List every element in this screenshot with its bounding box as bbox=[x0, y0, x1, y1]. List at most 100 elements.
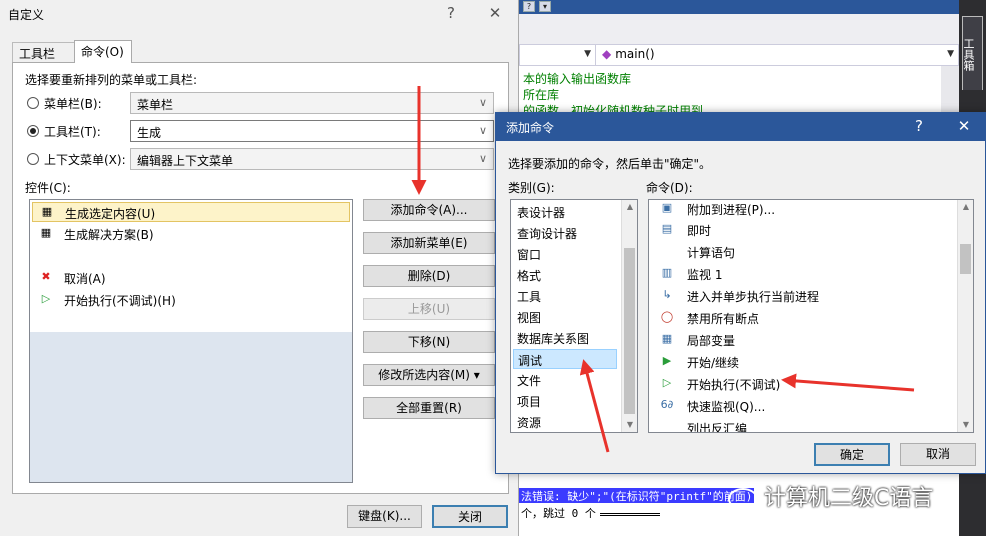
list-item[interactable]: 文件 bbox=[513, 370, 631, 390]
chevron-down-icon: ∨ bbox=[478, 152, 487, 165]
list-item[interactable]: ▥ 监视 1 bbox=[653, 263, 953, 285]
tab-toolbars[interactable]: 工具栏(S) bbox=[12, 42, 76, 76]
radio-context-menu[interactable] bbox=[27, 153, 39, 165]
list-item[interactable]: ↳ 进入并单步执行当前进程 bbox=[653, 285, 953, 307]
watch-icon: ▥ bbox=[661, 266, 673, 279]
command-list[interactable]: ▣ 附加到进程(P)... ▤ 即时 计算语句 ▥ 监视 1 ↳ 进入并单步执行当前进程… bbox=[648, 199, 974, 433]
attach-process-icon: ▣ bbox=[661, 201, 673, 214]
list-item[interactable]: 资源 bbox=[513, 412, 631, 432]
quick-watch-icon: 6∂ bbox=[660, 398, 674, 411]
wechat-logo-icon bbox=[728, 488, 758, 510]
list-item[interactable]: 格式 bbox=[513, 265, 631, 285]
toolbox-tab[interactable]: 工具箱 bbox=[962, 16, 983, 90]
list-item[interactable]: 计算语句 bbox=[653, 241, 953, 263]
list-item[interactable]: ▦ 生成解决方案(B) bbox=[32, 224, 350, 244]
controls-list[interactable]: ▦ 生成选定内容(U) ▦ 生成解决方案(B) ✖ 取消(A) ▷ 开始执行(不调试)(… bbox=[29, 199, 353, 483]
list-item-selected[interactable]: 调试 bbox=[513, 349, 617, 369]
close-button[interactable]: 关闭 bbox=[432, 505, 508, 528]
commands-panel: 选择要重新排列的菜单或工具栏: 菜单栏(B): 菜单栏 ∨ 工具栏(T): 生成 ∨… bbox=[12, 62, 509, 494]
add-command-titlebar: 添加命令 ? ✕ bbox=[496, 113, 985, 141]
reset-all-button[interactable]: 全部重置(R) bbox=[363, 397, 495, 419]
list-item[interactable]: ▷ 开始执行(不调试)(H) bbox=[32, 290, 350, 310]
help-icon[interactable]: ? bbox=[908, 116, 930, 136]
list-item[interactable]: ◯ 禁用所有断点 bbox=[653, 307, 953, 329]
cancel-button[interactable]: 取消 bbox=[900, 443, 976, 466]
ide-top-strip: ? ▾ bbox=[519, 0, 986, 14]
radio-menubar[interactable] bbox=[27, 97, 39, 109]
list-item[interactable]: 列出反汇编 bbox=[653, 417, 953, 432]
step-into-icon: ↳ bbox=[662, 288, 672, 301]
scroll-thumb[interactable] bbox=[624, 248, 635, 414]
keyboard-button[interactable]: 键盘(K)... bbox=[347, 505, 422, 528]
list-item[interactable]: 视图 bbox=[513, 307, 631, 327]
ok-button[interactable]: 确定 bbox=[814, 443, 890, 466]
chevron-down-icon: ▼ bbox=[584, 49, 591, 59]
build-solution-icon: ▦ bbox=[40, 226, 52, 239]
list-item[interactable]: 数据库关系图 bbox=[513, 328, 631, 348]
category-list[interactable]: 表设计器 查询设计器 窗口 格式 工具 视图 数据库关系图 调试 文件 项目 资… bbox=[510, 199, 638, 433]
list-item[interactable]: 表设计器 bbox=[513, 202, 631, 222]
move-up-button[interactable]: 上移(U) bbox=[363, 298, 495, 320]
menubar-combo[interactable]: 菜单栏 ∨ bbox=[130, 92, 494, 114]
locals-icon: ▦ bbox=[661, 332, 673, 345]
radio-context-menu-label[interactable]: 上下文菜单(X): bbox=[44, 151, 126, 168]
category-scrollbar[interactable]: ▲ ▼ bbox=[621, 200, 637, 432]
scroll-down-icon[interactable]: ▼ bbox=[958, 418, 973, 432]
category-label: 类别(G): bbox=[508, 181, 555, 195]
close-icon[interactable]: ✕ bbox=[484, 3, 506, 23]
chevron-down-icon[interactable]: ▼ bbox=[947, 49, 954, 59]
code-comment-line: 本的输入输出函数库 bbox=[523, 72, 632, 86]
cancel-build-icon: ✖ bbox=[41, 270, 51, 283]
toolbar-dropdown-icon[interactable]: ? bbox=[523, 1, 535, 12]
list-item[interactable]: ▦ 局部变量 bbox=[653, 329, 953, 351]
scroll-up-icon[interactable]: ▲ bbox=[958, 200, 973, 214]
list-item[interactable]: ✖ 取消(A) bbox=[32, 268, 350, 288]
list-item[interactable]: 6∂ 快速监视(Q)... bbox=[653, 395, 953, 417]
list-item[interactable]: ▤ 即时 bbox=[653, 219, 953, 241]
code-navigation-bar: ▼ ◆ main() ▼ bbox=[519, 44, 959, 66]
immediate-window-icon: ▤ bbox=[661, 222, 673, 235]
list-item[interactable]: ▶ 开始/继续 bbox=[653, 351, 953, 373]
dialog-title: 添加命令 bbox=[506, 121, 555, 135]
tab-commands[interactable]: 命令(O) bbox=[74, 40, 132, 63]
toolbar-arrow-icon[interactable]: ▾ bbox=[539, 1, 551, 12]
list-empty-area bbox=[30, 332, 352, 482]
start-without-debug-icon: ▷ bbox=[662, 376, 672, 389]
list-item[interactable]: 窗口 bbox=[513, 244, 631, 264]
list-item[interactable]: 项目 bbox=[513, 391, 631, 411]
context-menu-combo[interactable]: 编辑器上下文菜单 ∨ bbox=[130, 148, 494, 170]
disable-breakpoints-icon: ◯ bbox=[660, 310, 674, 323]
move-down-button[interactable]: 下移(N) bbox=[363, 331, 495, 353]
close-icon[interactable]: ✕ bbox=[953, 116, 975, 136]
watermark: 计算机二级C语言 bbox=[728, 480, 933, 512]
add-command-button[interactable]: 添加命令(A)... bbox=[363, 199, 495, 221]
build-selection-icon: ▦ bbox=[41, 205, 53, 218]
build-summary: 个，跳过 0 个 bbox=[521, 505, 660, 521]
command-scrollbar[interactable]: ▲ ▼ bbox=[957, 200, 973, 432]
radio-menubar-label[interactable]: 菜单栏(B): bbox=[44, 95, 102, 112]
modify-selection-button[interactable]: 修改所选内容(M) ▾ bbox=[363, 364, 495, 386]
list-item[interactable]: ▦ 生成选定内容(U) bbox=[32, 202, 350, 222]
help-icon[interactable]: ? bbox=[440, 3, 462, 23]
scroll-up-icon[interactable]: ▲ bbox=[622, 200, 637, 214]
rearrange-prompt: 选择要重新排列的菜单或工具栏: bbox=[25, 73, 198, 87]
list-item[interactable]: ▷ 开始执行(不调试) bbox=[653, 373, 953, 395]
list-item[interactable]: 查询设计器 bbox=[513, 223, 631, 243]
dialog-title: 自定义 bbox=[8, 8, 45, 22]
function-combo[interactable]: ◆ main() bbox=[602, 47, 655, 61]
scroll-down-icon[interactable]: ▼ bbox=[622, 418, 637, 432]
add-new-menu-button[interactable]: 添加新菜单(E) bbox=[363, 232, 495, 254]
scroll-thumb[interactable] bbox=[960, 244, 971, 274]
list-item[interactable]: 工具 bbox=[513, 286, 631, 306]
radio-toolbar-label[interactable]: 工具栏(T): bbox=[44, 123, 101, 140]
toolbar-combo[interactable]: 生成 ∨ bbox=[130, 120, 494, 142]
list-item[interactable]: ▣ 附加到进程(P)... bbox=[653, 200, 953, 220]
error-line[interactable]: 法错误: 缺少";"(在标识符"printf"的前面) bbox=[519, 488, 755, 503]
instruction-text: 选择要添加的命令，然后单击"确定"。 bbox=[508, 157, 712, 171]
delete-button[interactable]: 删除(D) bbox=[363, 265, 495, 287]
controls-label: 控件(C): bbox=[25, 181, 71, 195]
radio-toolbar[interactable] bbox=[27, 125, 39, 137]
start-continue-icon: ▶ bbox=[662, 354, 672, 367]
scope-combo[interactable]: ▼ bbox=[520, 45, 596, 65]
customize-titlebar: 自定义 ? ✕ bbox=[0, 0, 518, 28]
